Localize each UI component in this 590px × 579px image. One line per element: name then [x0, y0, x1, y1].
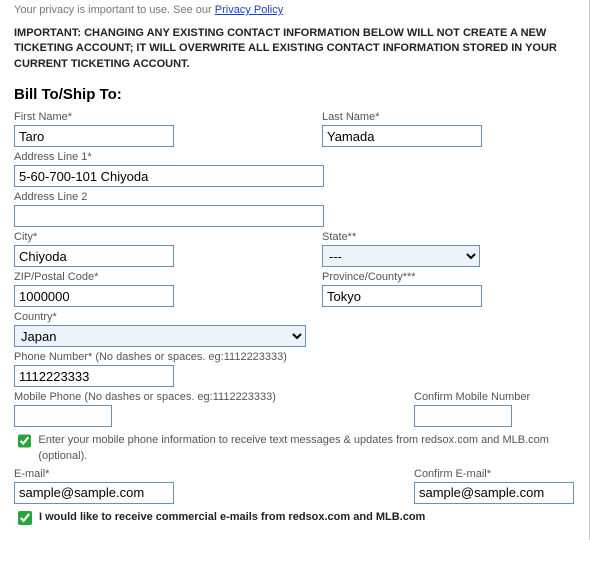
confirm-email-input[interactable] — [414, 482, 574, 504]
privacy-policy-link[interactable]: Privacy Policy — [215, 4, 283, 16]
label-email: E-mail* — [14, 468, 414, 480]
email-input[interactable] — [14, 482, 174, 504]
zip-input[interactable] — [14, 285, 174, 307]
email-optin-checkbox[interactable] — [18, 511, 32, 525]
province-input[interactable] — [322, 285, 482, 307]
label-first-name: First Name* — [14, 111, 322, 123]
phone-input[interactable] — [14, 365, 174, 387]
confirm-mobile-input[interactable] — [414, 405, 512, 427]
mobile-optin-checkbox[interactable] — [18, 434, 31, 448]
label-mobile: Mobile Phone (No dashes or spaces. eg:11… — [14, 391, 414, 403]
mobile-optin-row: Enter your mobile phone information to r… — [14, 433, 577, 464]
email-optin-text: I would like to receive commercial e-mai… — [39, 510, 425, 525]
mobile-input[interactable] — [14, 405, 112, 427]
mobile-optin-text: Enter your mobile phone information to r… — [38, 433, 577, 464]
address2-input[interactable] — [14, 205, 324, 227]
important-warning: IMPORTANT: CHANGING ANY EXISTING CONTACT… — [14, 26, 577, 72]
city-input[interactable] — [14, 245, 174, 267]
privacy-notice: Your privacy is important to use. See ou… — [14, 4, 577, 16]
label-address1: Address Line 1* — [14, 151, 577, 163]
section-title: Bill To/Ship To: — [14, 86, 577, 103]
label-address2: Address Line 2 — [14, 191, 577, 203]
last-name-input[interactable] — [322, 125, 482, 147]
privacy-text: Your privacy is important to use. See ou… — [14, 4, 215, 16]
label-last-name: Last Name* — [322, 111, 572, 123]
first-name-input[interactable] — [14, 125, 174, 147]
label-city: City* — [14, 231, 322, 243]
label-phone: Phone Number* (No dashes or spaces. eg:1… — [14, 351, 577, 363]
email-optin-row: I would like to receive commercial e-mai… — [14, 510, 577, 528]
label-state: State** — [322, 231, 572, 243]
country-select[interactable]: Japan — [14, 325, 306, 347]
label-country: Country* — [14, 311, 577, 323]
address1-input[interactable] — [14, 165, 324, 187]
label-confirm-email: Confirm E-mail* — [414, 468, 572, 480]
state-select[interactable]: --- — [322, 245, 480, 267]
label-province: Province/County*** — [322, 271, 572, 283]
label-zip: ZIP/Postal Code* — [14, 271, 322, 283]
label-confirm-mobile: Confirm Mobile Number — [414, 391, 572, 403]
form-container: Your privacy is important to use. See ou… — [0, 0, 590, 540]
